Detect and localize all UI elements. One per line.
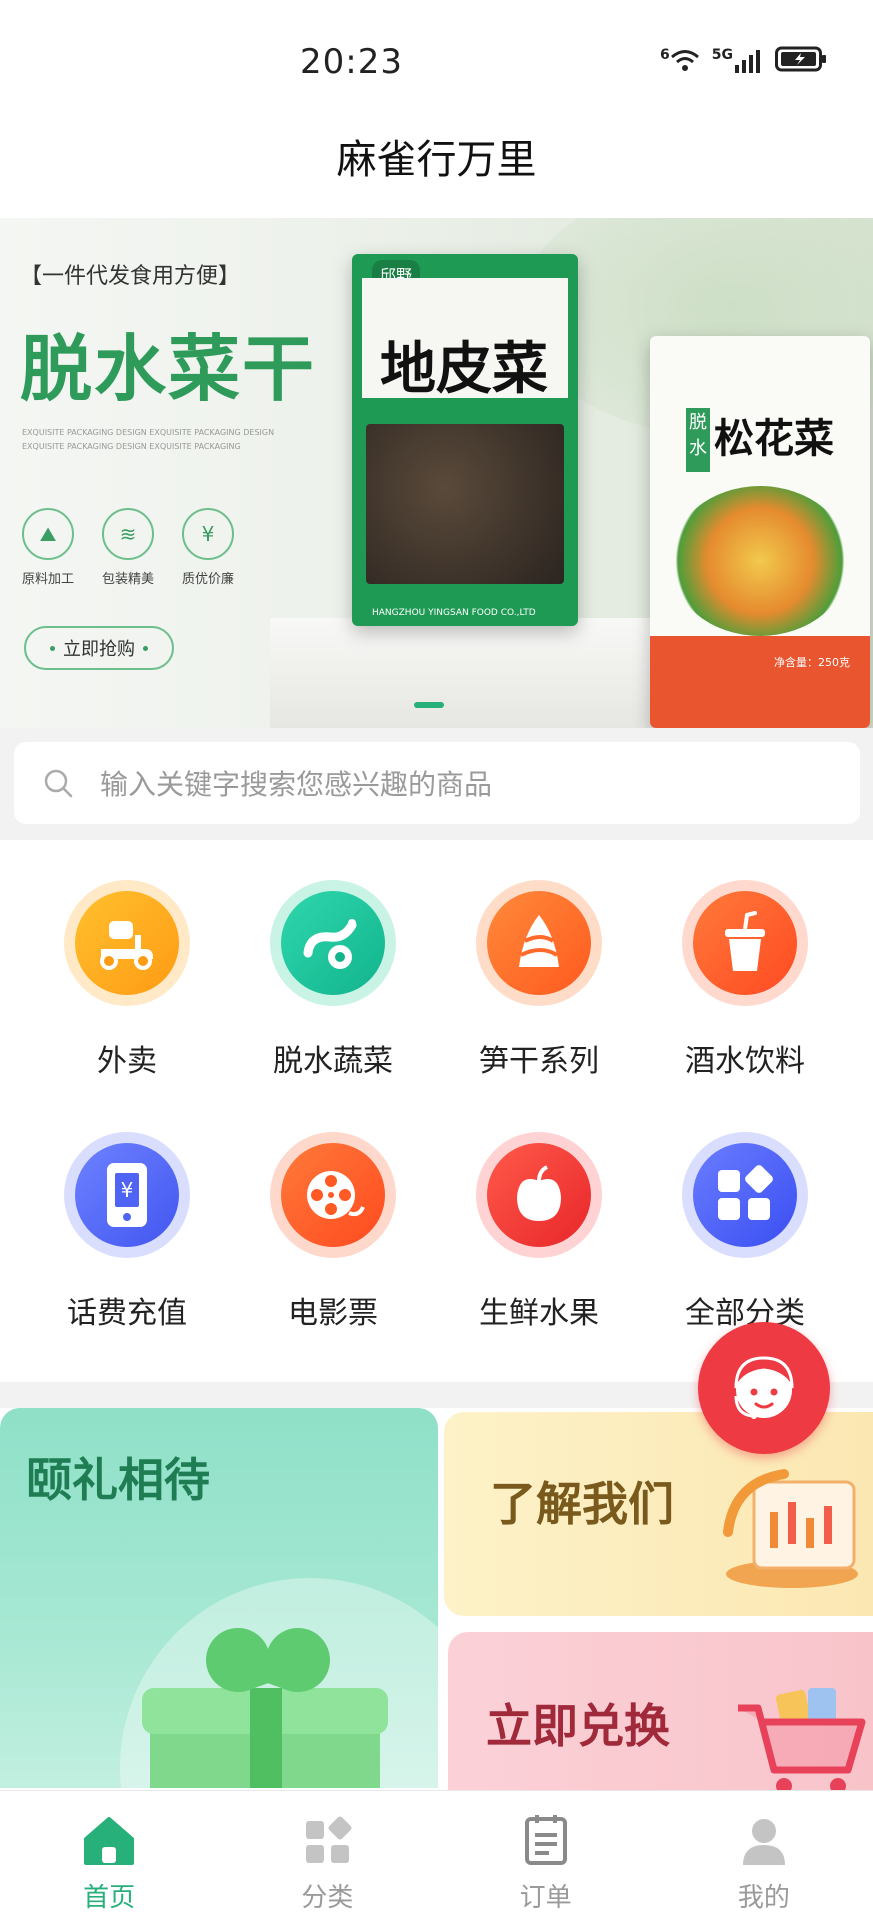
scooter-icon <box>75 891 179 995</box>
cell-signal-icon: 5G <box>712 48 763 74</box>
status-icons: 6 5G <box>660 46 827 76</box>
all-categories-icon <box>693 1143 797 1247</box>
customer-service-icon <box>734 1356 794 1419</box>
tab-profile[interactable]: 我的 <box>655 1791 873 1920</box>
tab-home[interactable]: 首页 <box>0 1791 218 1920</box>
category-item-dried-vegetables[interactable]: 脱水蔬菜 <box>230 880 436 1080</box>
svg-text:¥: ¥ <box>121 1178 134 1202</box>
marble-pedestal <box>270 618 690 728</box>
product-package-dipicai: 邱野 地皮菜 HANGZHOU YINGSAN FOOD CO.,LTD <box>352 254 578 626</box>
promo-gift-card[interactable]: 颐礼相待 <box>0 1408 438 1788</box>
layers-icon: ≋ <box>102 508 154 560</box>
banner-tagline: 【一件代发食用方便】 <box>20 264 241 289</box>
search-placeholder: 输入关键字搜索您感兴趣的商品 <box>100 768 493 801</box>
promo-redeem-title: 立即兑换 <box>486 1699 670 1753</box>
yuan-icon: ¥ <box>182 508 234 560</box>
carousel-indicator <box>414 702 444 708</box>
search-section: 输入关键字搜索您感兴趣的商品 <box>0 728 873 840</box>
category-item-bamboo-shoots[interactable]: 笋干系列 <box>436 880 642 1080</box>
banner-headline: 脱水菜干 <box>20 327 317 411</box>
tab-category[interactable]: 分类 <box>218 1791 436 1920</box>
order-icon <box>524 1815 567 1865</box>
category-item-drinks[interactable]: 酒水饮料 <box>642 880 848 1080</box>
category-icon <box>306 1816 352 1863</box>
gift-box-icon <box>142 1618 388 1788</box>
profile-icon <box>742 1819 785 1865</box>
promo-about-us-card[interactable]: 了解我们 <box>444 1412 873 1616</box>
wifi-icon: 6 <box>660 48 700 74</box>
status-time: 20:23 <box>300 42 403 82</box>
mountain-icon: ⛰ <box>22 508 74 560</box>
category-item-phone-recharge[interactable]: ¥ 话费充值 <box>24 1132 230 1332</box>
stock-chart-icon <box>723 1469 858 1588</box>
banner-feature: ≋ 包装精美 <box>88 508 168 587</box>
category-item-fresh-fruit[interactable]: 生鲜水果 <box>436 1132 642 1332</box>
page-title: 麻雀行万里 <box>336 137 537 183</box>
promo-gift-title: 颐礼相待 <box>26 1453 210 1507</box>
search-icon <box>44 769 73 798</box>
home-icon <box>84 1817 135 1865</box>
tab-orders[interactable]: 订单 <box>437 1791 655 1920</box>
shopping-cart-icon <box>738 1688 866 1792</box>
product-package-songhuacai: 脱水 松花菜 净含量：250克 <box>650 336 870 728</box>
film-reel-icon <box>281 1143 385 1247</box>
banner-subtext: EXQUISITE PACKAGING DESIGN EXQUISITE PAC… <box>22 428 275 437</box>
banner-buy-button[interactable]: 立即抢购 <box>24 626 174 670</box>
customer-service-button[interactable] <box>698 1322 830 1454</box>
battery-icon <box>775 46 827 76</box>
banner-feature: ¥ 质优价廉 <box>168 508 248 587</box>
status-bar: 20:23 6 5G <box>0 0 873 120</box>
promo-redeem-card[interactable]: 立即兑换 <box>448 1632 873 1792</box>
banner-carousel[interactable]: 【一件代发食用方便】 脱水菜干 EXQUISITE PACKAGING DESI… <box>0 218 873 728</box>
banner-subtext: EXQUISITE PACKAGING DESIGN EXQUISITE PAC… <box>22 442 241 451</box>
banner-feature: ⛰ 原料加工 <box>8 508 88 587</box>
category-item-movie-tickets[interactable]: 电影票 <box>230 1132 436 1332</box>
category-grid: 外卖 脱水蔬菜 笋干系列 酒水饮料 ¥ 话费充值 电影票 生鲜水果 全部分类 <box>0 840 873 1382</box>
bottom-tab-bar: 首页 分类 订单 我的 <box>0 1790 873 1920</box>
category-item-takeout[interactable]: 外卖 <box>24 880 230 1080</box>
vegetable-icon <box>281 891 385 995</box>
apple-icon <box>487 1143 591 1247</box>
app-header: 麻雀行万里 <box>0 120 873 218</box>
category-item-all[interactable]: 全部分类 <box>642 1132 848 1332</box>
search-input[interactable]: 输入关键字搜索您感兴趣的商品 <box>14 742 860 824</box>
promo-about-title: 了解我们 <box>490 1477 674 1531</box>
phone-recharge-icon: ¥ <box>75 1143 179 1247</box>
bamboo-shoot-icon <box>487 891 591 995</box>
drink-cup-icon <box>693 891 797 995</box>
